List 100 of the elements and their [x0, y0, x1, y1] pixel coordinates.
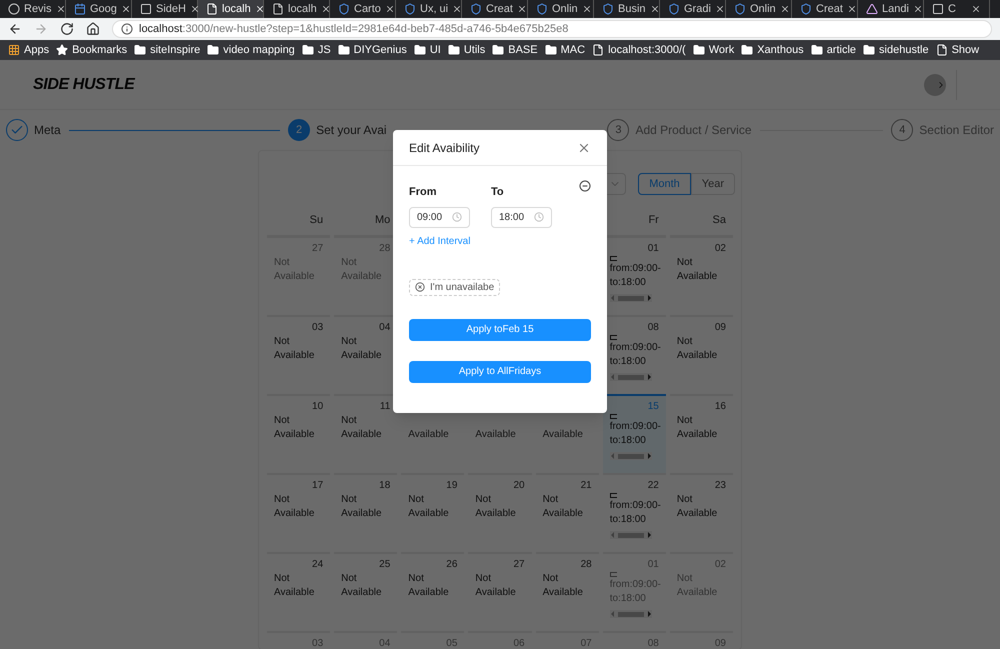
- calendar-day[interactable]: 17 Not Available: [267, 473, 330, 552]
- calendar-day[interactable]: 20 Not Available: [468, 473, 532, 552]
- bookmark[interactable]: JS: [302, 42, 331, 58]
- calendar-day[interactable]: 26 Not Available: [401, 552, 464, 631]
- calendar-icon: [74, 3, 86, 15]
- calendar-day[interactable]: 08: [602, 631, 666, 649]
- calendar-day[interactable]: 28 Not Available: [536, 552, 599, 631]
- close-icon[interactable]: [120, 4, 131, 14]
- info-icon: [121, 23, 133, 35]
- calendar-day[interactable]: 01 from:09:00-to:18:00: [602, 552, 666, 631]
- calendar-day[interactable]: 18 Not Available: [334, 473, 398, 552]
- remove-icon[interactable]: [579, 180, 591, 192]
- close-icon[interactable]: [780, 4, 790, 14]
- calendar-day[interactable]: 05: [401, 631, 464, 649]
- status-text: Not Available: [676, 572, 718, 600]
- close-icon[interactable]: [714, 4, 725, 14]
- calendar-day[interactable]: 03: [267, 631, 330, 649]
- weekday-header: Su: [310, 214, 324, 226]
- date-number: 22: [648, 479, 659, 493]
- view-toggle[interactable]: Year: [690, 173, 735, 195]
- date-number: 10: [312, 400, 324, 414]
- time-field[interactable]: 18:00: [491, 206, 552, 228]
- bookmark[interactable]: video mapping: [207, 42, 295, 58]
- close-icon[interactable]: [516, 4, 527, 14]
- folder-icon: [207, 44, 220, 56]
- bookmark[interactable]: Utils: [448, 42, 486, 58]
- bookmark[interactable]: UI: [414, 42, 441, 58]
- calendar-day[interactable]: 04: [334, 631, 398, 649]
- scrollbar[interactable]: [610, 452, 652, 460]
- calendar-day[interactable]: 19 Not Available: [401, 473, 464, 552]
- address-bar[interactable]: localhost:3000/new-hustle?step=1&hustleId=2981e64d-beb7-485d-a746-5b4e675b25e8: [112, 20, 992, 38]
- calendar-day[interactable]: 09: [670, 631, 733, 649]
- reload-icon[interactable]: [60, 22, 74, 36]
- time-field[interactable]: 09:00: [409, 206, 470, 228]
- bookmark[interactable]: Work: [692, 42, 734, 58]
- scrollbar[interactable]: [610, 531, 652, 539]
- calendar-day[interactable]: 06: [468, 631, 532, 649]
- close-icon[interactable]: [254, 4, 265, 14]
- close-icon[interactable]: [452, 4, 462, 14]
- calendar-day[interactable]: 02 Not Available: [670, 552, 733, 631]
- date-number: 23: [714, 479, 726, 493]
- calendar-day[interactable]: 16 Not Available: [670, 394, 733, 473]
- unavailable-button[interactable]: I'm unavailabe: [409, 278, 500, 296]
- bookmark[interactable]: Bookmarks: [56, 42, 128, 58]
- apply-button[interactable]: Apply toFeb 15: [409, 318, 591, 340]
- close-icon[interactable]: [912, 4, 923, 14]
- calendar-day[interactable]: 09 Not Available: [670, 315, 733, 394]
- close-icon[interactable]: [971, 4, 981, 14]
- bookmark[interactable]: Show: [936, 42, 980, 58]
- calendar-day[interactable]: 15 from:09:00-to:18:00: [602, 394, 666, 473]
- scrollbar[interactable]: [610, 294, 652, 302]
- date-number: 15: [648, 400, 659, 414]
- status-text: Not Available: [542, 572, 584, 600]
- scrollbar[interactable]: [610, 373, 652, 381]
- bookmark[interactable]: article: [810, 42, 856, 58]
- calendar-day[interactable]: 21 Not Available: [536, 473, 599, 552]
- close-icon[interactable]: [320, 4, 331, 14]
- date-number: 11: [380, 400, 390, 414]
- close-icon[interactable]: [582, 4, 592, 14]
- apply-button[interactable]: Apply to AllFridays: [409, 360, 591, 382]
- view-toggle[interactable]: Month: [638, 173, 691, 195]
- bookmark[interactable]: Apps: [8, 42, 50, 58]
- tab-title: Creat: [486, 2, 513, 17]
- bookmark[interactable]: sidehustle: [863, 42, 929, 58]
- calendar-day[interactable]: 02 Not Available: [670, 236, 733, 315]
- date-number: 01: [648, 242, 659, 256]
- bookmark[interactable]: siteInspire: [134, 42, 200, 58]
- calendar-day[interactable]: 23 Not Available: [670, 473, 733, 552]
- back-icon[interactable]: [8, 22, 22, 36]
- date-number: 26: [446, 558, 458, 572]
- close-icon[interactable]: [56, 4, 66, 14]
- tab-title: Creat: [816, 2, 843, 17]
- bookmark[interactable]: localhost:3000/(: [592, 42, 686, 58]
- calendar-day[interactable]: 27 Not Available: [468, 552, 532, 631]
- bookmark[interactable]: DIYGenius: [338, 42, 407, 58]
- status-text: Not Available: [676, 414, 718, 442]
- calendar-day[interactable]: 27 Not Available: [267, 236, 330, 315]
- status-text: Not Available: [341, 493, 383, 521]
- bookmark[interactable]: Xanthous: [741, 42, 804, 58]
- status-text: Not Available: [676, 335, 718, 363]
- close-icon[interactable]: [846, 4, 857, 14]
- calendar-day[interactable]: 24 Not Available: [267, 552, 330, 631]
- calendar-day[interactable]: 22 from:09:00-to:18:00: [602, 473, 666, 552]
- status-text: Available: [408, 428, 450, 442]
- calendar-day[interactable]: 03 Not Available: [267, 315, 330, 394]
- close-icon[interactable]: [190, 4, 200, 14]
- scrollbar[interactable]: [610, 610, 652, 618]
- close-icon[interactable]: [384, 4, 395, 14]
- calendar-day[interactable]: 25 Not Available: [334, 552, 398, 631]
- tab-title: localh: [222, 2, 251, 17]
- home-icon[interactable]: [86, 22, 100, 36]
- bookmark[interactable]: BASE: [492, 42, 538, 58]
- close-icon[interactable]: [650, 4, 660, 14]
- calendar-day[interactable]: 10 Not Available: [267, 394, 330, 473]
- date-number: 03: [312, 637, 324, 649]
- browser-tab[interactable]: localh: [198, 0, 264, 18]
- bookmark[interactable]: MAC: [544, 42, 586, 58]
- calendar-day[interactable]: 07: [536, 631, 599, 649]
- date-number: 16: [714, 400, 726, 414]
- add-interval-link[interactable]: + Add Interval: [409, 234, 470, 248]
